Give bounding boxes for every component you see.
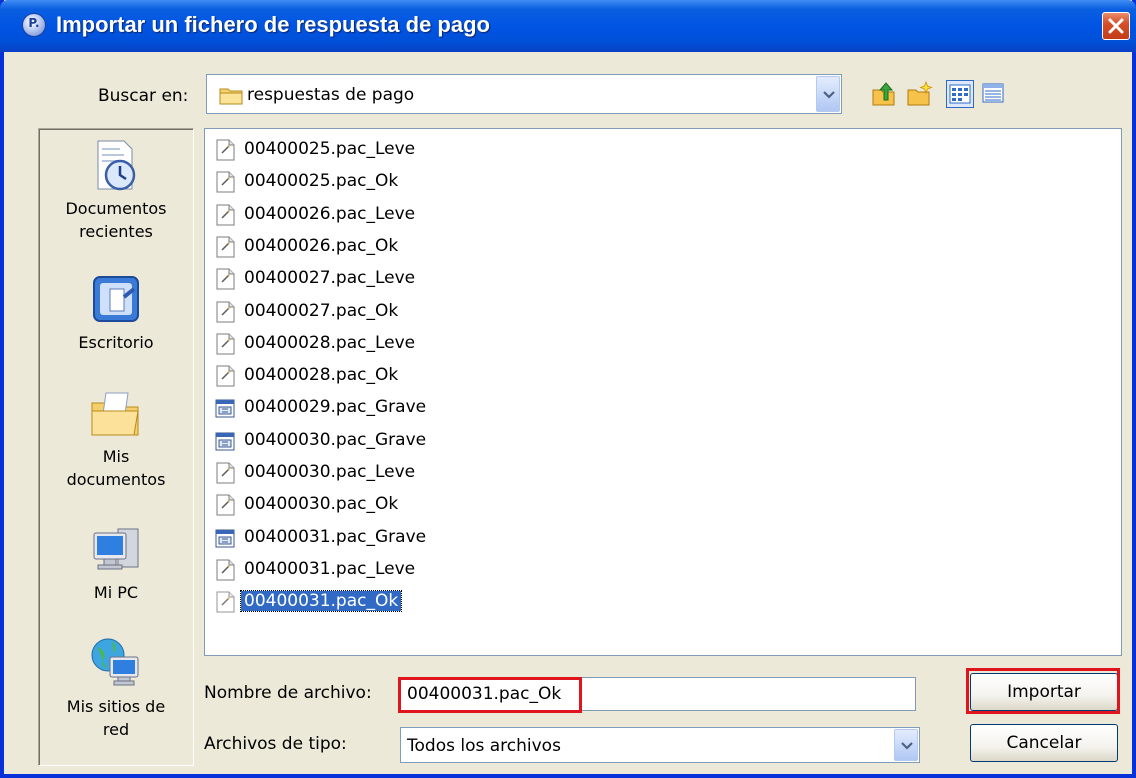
file-name: 00400030.pac_Grave xyxy=(244,429,427,450)
text-file-icon xyxy=(216,333,235,355)
place-label: Escritorio xyxy=(78,333,154,352)
file-name: 00400030.pac_Leve xyxy=(244,462,416,482)
place-label: Mis sitios de xyxy=(66,697,166,716)
up-folder-icon xyxy=(872,82,895,106)
file-type-value: Todos los archivos xyxy=(407,736,561,756)
text-file-icon xyxy=(216,236,235,258)
cancel-button[interactable]: Cancelar xyxy=(970,724,1118,762)
place-label: documentos xyxy=(66,470,166,489)
up-one-level-button[interactable] xyxy=(870,80,898,108)
file-name: 00400031.pac_Leve xyxy=(244,558,416,579)
file-name-input[interactable] xyxy=(403,681,911,707)
text-file-icon xyxy=(216,494,235,516)
text-file-icon xyxy=(216,268,235,290)
place-recent-documents[interactable]: Documentos recientes xyxy=(39,137,193,243)
file-name: 00400029.pac_Grave xyxy=(244,397,427,418)
place-label: Documentos xyxy=(65,199,167,218)
text-file-icon xyxy=(216,171,235,193)
place-label: Mis xyxy=(102,447,130,466)
file-name-label: Nombre de archivo: xyxy=(204,683,372,703)
file-name: 00400026.pac_Leve xyxy=(244,203,416,224)
file-name-field[interactable] xyxy=(400,677,916,711)
file-list[interactable]: 00400025.pac_Leve 00400025.pac_Ok 00400026… xyxy=(204,128,1122,656)
dialog-title: Importar un fichero de respuesta de pago xyxy=(56,12,490,37)
file-type-label: Archivos de tipo: xyxy=(204,734,347,754)
file-dialog-window: P. Importar un fichero de respuesta de p… xyxy=(0,0,1136,778)
file-name: 00400027.pac_Leve xyxy=(244,268,416,289)
new-folder-icon xyxy=(907,80,933,106)
file-name: 00400025.pac_Ok xyxy=(244,171,399,192)
list-view-button[interactable] xyxy=(946,80,974,108)
file-name: 00400031.pac_Ok xyxy=(239,590,403,613)
file-type-dropdown-button[interactable] xyxy=(894,729,918,761)
look-in-value: respuestas de pago xyxy=(247,85,415,105)
file-name: 00400031.pac_Grave xyxy=(244,526,427,547)
file-name: 00400028.pac_Leve xyxy=(244,332,416,353)
text-file-icon xyxy=(216,301,235,322)
look-in-dropdown-button[interactable] xyxy=(816,76,840,112)
title-bar[interactable]: P. Importar un fichero de respuesta de p… xyxy=(0,0,1136,52)
application-file-icon xyxy=(215,399,235,418)
file-name: 00400025.pac_Leve xyxy=(244,139,416,159)
text-file-icon xyxy=(216,365,235,387)
my-documents-folder-icon xyxy=(91,392,139,436)
text-file-icon xyxy=(216,559,235,581)
file-name: 00400027.pac_Ok xyxy=(244,300,399,321)
folder-icon xyxy=(219,88,243,105)
recent-documents-icon xyxy=(97,140,136,191)
place-network[interactable]: Mis sitios de red xyxy=(39,635,193,741)
file-name: 00400028.pac_Ok xyxy=(244,365,399,386)
import-button[interactable]: Importar xyxy=(970,673,1118,711)
text-file-icon xyxy=(216,204,235,226)
place-my-documents[interactable]: Mis documentos xyxy=(39,385,193,491)
new-folder-button[interactable] xyxy=(906,80,934,108)
chevron-down-icon xyxy=(823,91,835,99)
look-in-combo[interactable]: respuestas de pago xyxy=(206,74,842,114)
desktop-icon xyxy=(93,276,139,322)
network-places-icon xyxy=(91,638,139,686)
application-file-icon xyxy=(215,432,235,451)
list-view-icon xyxy=(949,84,971,104)
place-label: red xyxy=(102,720,130,739)
chevron-down-icon xyxy=(901,742,913,750)
details-view-button[interactable] xyxy=(980,80,1008,108)
application-file-icon xyxy=(215,529,235,548)
place-label: recientes xyxy=(79,222,153,241)
close-icon xyxy=(1108,18,1124,34)
text-file-icon xyxy=(216,591,235,613)
look-in-label: Buscar en: xyxy=(98,86,189,106)
close-button[interactable] xyxy=(1102,12,1130,40)
place-my-computer[interactable]: Mi PC xyxy=(39,521,193,604)
text-file-icon xyxy=(216,139,235,161)
text-file-icon xyxy=(216,462,235,484)
app-icon: P. xyxy=(22,13,46,37)
details-view-icon xyxy=(982,83,1004,103)
place-desktop[interactable]: Escritorio xyxy=(39,271,193,354)
places-bar: Documentos recientes Escritorio Mis docu… xyxy=(38,128,194,766)
file-type-combo[interactable]: Todos los archivos xyxy=(400,727,920,763)
my-computer-icon xyxy=(93,528,139,570)
place-label: Mi PC xyxy=(93,583,139,602)
file-name: 00400026.pac_Ok xyxy=(244,235,399,256)
file-name: 00400030.pac_Ok xyxy=(244,494,399,515)
